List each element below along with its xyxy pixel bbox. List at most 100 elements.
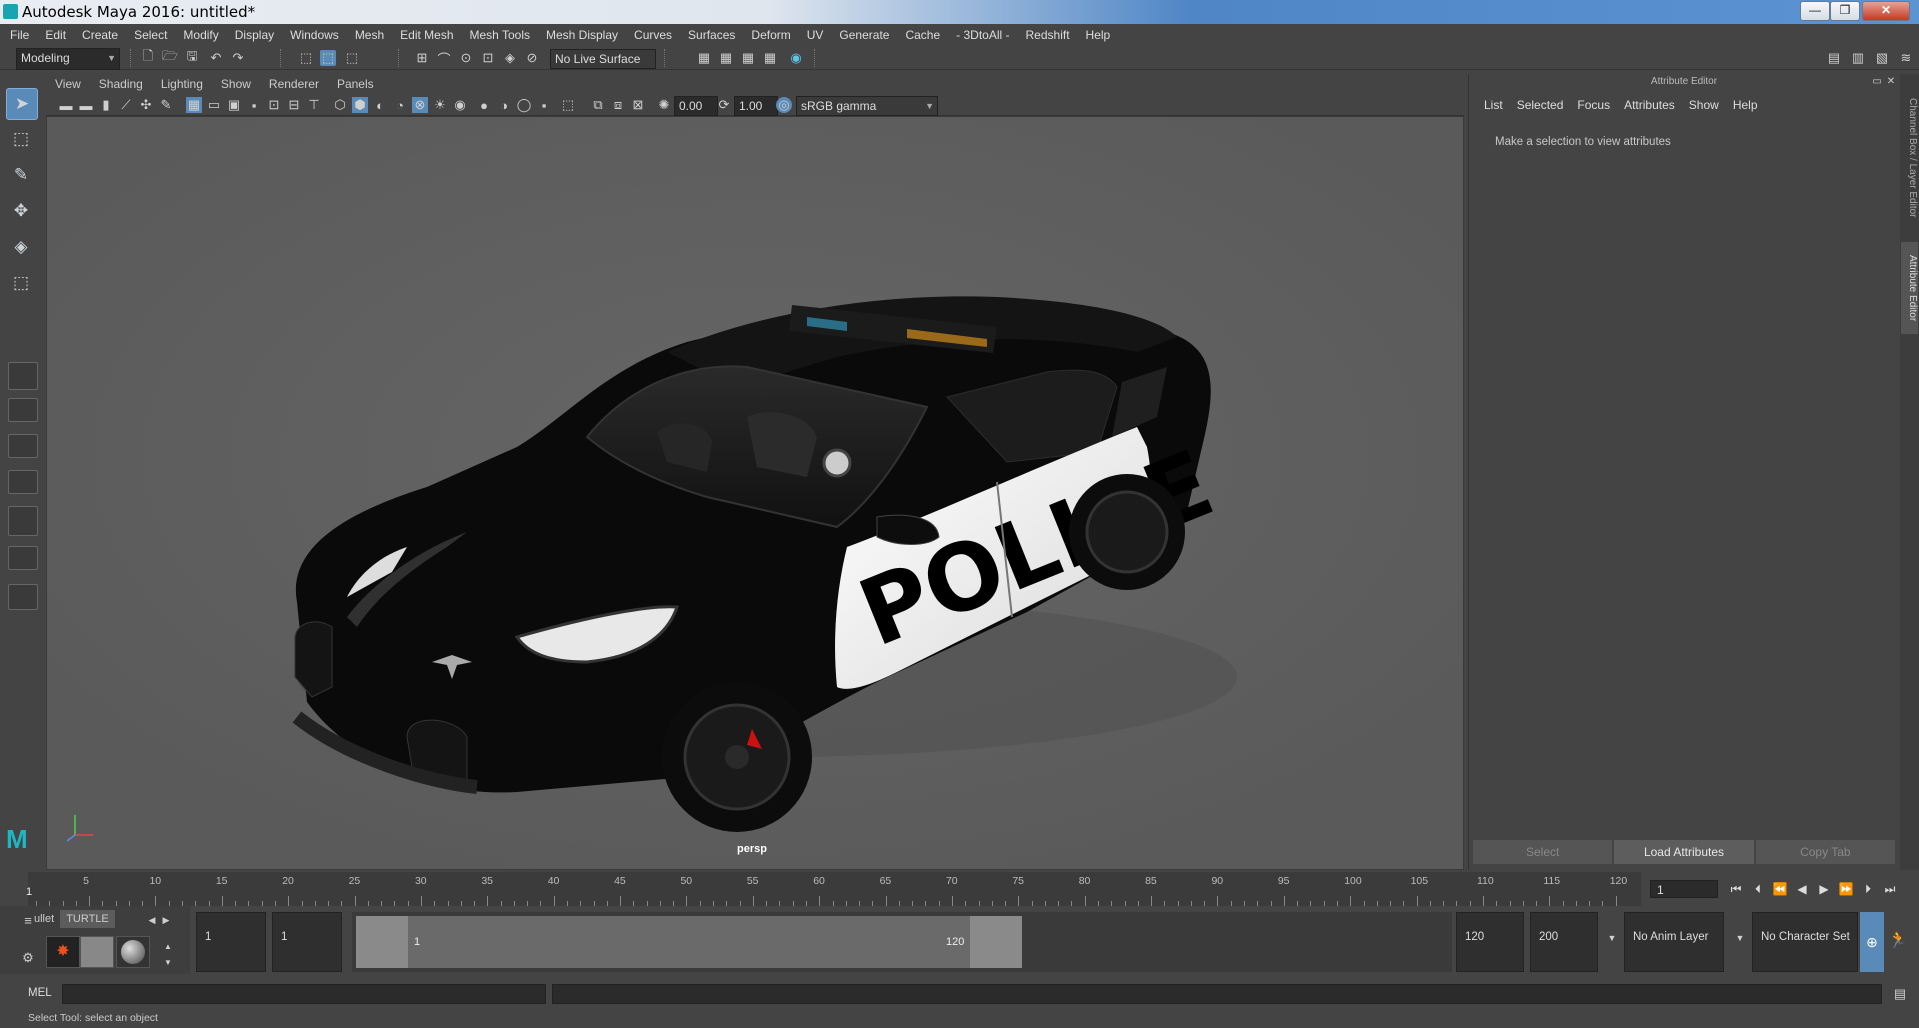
vp-menu-shading[interactable]: Shading — [90, 74, 152, 94]
perspective-viewport[interactable]: POLICE persp — [46, 116, 1464, 870]
snap-point-icon[interactable]: ⊙ — [458, 50, 474, 66]
tab-channel-box[interactable]: Channel Box / Layer Editor — [1901, 84, 1918, 232]
select-object-icon[interactable]: ⬚ — [320, 50, 336, 66]
modeling-toolkit-icon[interactable]: ▤ — [1826, 50, 1842, 66]
wireframe-on-shaded-icon[interactable]: ◐ — [372, 97, 388, 113]
gamma-icon[interactable]: ⟳ — [716, 97, 732, 113]
menu-file[interactable]: File — [0, 24, 37, 46]
shelf-scroll-down-icon[interactable]: ▼ — [160, 954, 176, 970]
redo-icon[interactable]: ↷ — [230, 50, 246, 66]
exposure-icon[interactable]: ✺ — [656, 97, 672, 113]
xray-icon[interactable]: ⬚ — [560, 97, 576, 113]
exposure-field[interactable]: 0.00 — [674, 96, 718, 116]
chevron-down-icon[interactable]: ▼ — [1604, 930, 1620, 946]
go-to-start-icon[interactable]: ⏮ — [1728, 880, 1744, 898]
step-back-key-icon[interactable]: ⏪ — [1772, 880, 1788, 898]
ae-menu-selected[interactable]: Selected — [1510, 96, 1571, 114]
menu-modify[interactable]: Modify — [175, 24, 226, 46]
menu-surfaces[interactable]: Surfaces — [680, 24, 743, 46]
snap-surface-icon[interactable]: ◈ — [502, 50, 518, 66]
playback-start-field[interactable]: 1 — [272, 912, 342, 972]
select-hierarchy-icon[interactable]: ⬚ — [298, 50, 314, 66]
field-chart-icon[interactable]: ⊡ — [266, 97, 282, 113]
menu-select[interactable]: Select — [126, 24, 175, 46]
select-component-icon[interactable]: ⬚ — [344, 50, 360, 66]
menu-edit-mesh[interactable]: Edit Mesh — [392, 24, 461, 46]
shelf-settings-icon[interactable]: ⚙ — [20, 950, 36, 966]
gate-mask-icon[interactable]: ▪ — [246, 97, 262, 113]
vp-menu-view[interactable]: View — [46, 74, 90, 94]
image-plane-icon[interactable]: ⟋ — [118, 97, 134, 113]
outliner-toggle-icon[interactable] — [8, 584, 38, 610]
animation-start-field[interactable]: 1 — [196, 912, 266, 972]
menu-display[interactable]: Display — [227, 24, 282, 46]
close-panel-icon[interactable]: ✕ — [1885, 75, 1897, 87]
menu-mesh[interactable]: Mesh — [347, 24, 392, 46]
save-scene-icon[interactable]: 🖫 — [184, 48, 200, 66]
paint-select-tool-icon[interactable]: ✎ — [6, 160, 36, 190]
hypershade-layout-icon[interactable] — [8, 506, 38, 536]
tool-settings-icon[interactable]: ▧ — [1874, 50, 1890, 66]
ae-menu-list[interactable]: List — [1477, 96, 1510, 114]
current-frame-field[interactable]: 1 — [1650, 880, 1718, 898]
move-tool-icon[interactable]: ✥ — [6, 196, 36, 226]
safe-action-icon[interactable]: ⊟ — [286, 97, 302, 113]
snap-edge-icon[interactable]: ⊘ — [524, 50, 540, 66]
menu-mesh-tools[interactable]: Mesh Tools — [462, 24, 538, 46]
xray-joints-icon[interactable]: ⧉ — [590, 97, 606, 113]
shadows-icon[interactable]: ☀ — [432, 97, 448, 113]
2d-pan-zoom-icon[interactable]: ✣ — [138, 97, 154, 113]
time-slider[interactable]: 5 10 15 20 25 30 35 40 45 50 55 60 65 70 75 80 85 90 95 100… — [0, 872, 1919, 906]
multisample-aa-icon[interactable]: ◑ — [496, 97, 512, 113]
auto-key-icon[interactable]: ⊕ — [1860, 912, 1884, 972]
animation-preferences-icon[interactable]: 🏃 — [1888, 932, 1908, 949]
menu-deform[interactable]: Deform — [743, 24, 798, 46]
menu-edit[interactable]: Edit — [37, 24, 74, 46]
new-scene-icon[interactable]: 🗋 — [140, 48, 156, 66]
step-back-frame-icon[interactable]: ⏴ — [1750, 880, 1766, 898]
go-to-end-icon[interactable]: ⏭ — [1882, 880, 1898, 898]
resolution-gate-icon[interactable]: ▣ — [226, 97, 242, 113]
vp-menu-lighting[interactable]: Lighting — [152, 74, 212, 94]
turtle-sphere-icon[interactable] — [116, 936, 150, 968]
scale-tool-icon[interactable]: ⬚ — [6, 268, 36, 298]
attribute-editor-toggle-icon[interactable]: ▥ — [1850, 50, 1866, 66]
maximize-button[interactable]: ❒ — [1830, 1, 1860, 21]
float-panel-icon[interactable]: ▭ — [1871, 75, 1883, 87]
hypershade-icon[interactable]: ◉ — [788, 50, 804, 66]
time-ruler[interactable]: 5 10 15 20 25 30 35 40 45 50 55 60 65 70 75 80 85 90 95 100… — [28, 872, 1641, 906]
chevron-down-icon[interactable]: ▼ — [1732, 930, 1748, 946]
menu-cache[interactable]: Cache — [897, 24, 948, 46]
snap-view-icon[interactable]: ⊡ — [480, 50, 496, 66]
step-forward-key-icon[interactable]: ⏩ — [1838, 880, 1854, 898]
persp-outliner-layout-icon[interactable] — [8, 434, 38, 458]
script-editor-icon[interactable]: ▤ — [1892, 986, 1908, 1002]
load-attributes-button[interactable]: Load Attributes — [1614, 840, 1754, 864]
range-end-handle[interactable] — [970, 916, 1022, 968]
depth-of-field-icon[interactable]: ◯ — [516, 97, 532, 113]
ae-select-button[interactable]: Select — [1473, 840, 1613, 864]
vp-menu-renderer[interactable]: Renderer — [260, 74, 328, 94]
wireframe-icon[interactable]: ⬡ — [332, 97, 348, 113]
copy-tab-button[interactable]: Copy Tab — [1755, 840, 1895, 864]
lasso-tool-icon[interactable]: ⬚ — [6, 124, 36, 154]
view-transform-select[interactable]: sRGB gamma ▼ — [796, 96, 938, 116]
character-set-select[interactable]: No Character Set — [1752, 912, 1858, 972]
menu-curves[interactable]: Curves — [626, 24, 680, 46]
range-slider-track[interactable]: 1 120 — [352, 912, 1452, 972]
ae-menu-help[interactable]: Help — [1726, 96, 1765, 114]
menu-create[interactable]: Create — [74, 24, 126, 46]
single-perspective-view-icon[interactable] — [8, 362, 38, 390]
step-forward-frame-icon[interactable]: ⏵ — [1860, 880, 1876, 898]
ae-menu-focus[interactable]: Focus — [1570, 96, 1617, 114]
vp-menu-panels[interactable]: Panels — [328, 74, 383, 94]
shelf-tab-bullet[interactable]: ullet — [28, 910, 60, 928]
menu-uv[interactable]: UV — [799, 24, 832, 46]
select-tool-icon[interactable]: ➤ — [6, 88, 38, 120]
use-all-lights-icon[interactable]: ⊗ — [412, 97, 428, 113]
menu-3dtoall[interactable]: - 3DtoAll - — [948, 24, 1017, 46]
rotate-tool-icon[interactable]: ◈ — [6, 232, 36, 262]
tab-attribute-editor[interactable]: Attribute Editor — [1901, 242, 1918, 334]
command-input[interactable] — [62, 984, 546, 1004]
anim-layer-select[interactable]: No Anim Layer — [1624, 912, 1724, 972]
